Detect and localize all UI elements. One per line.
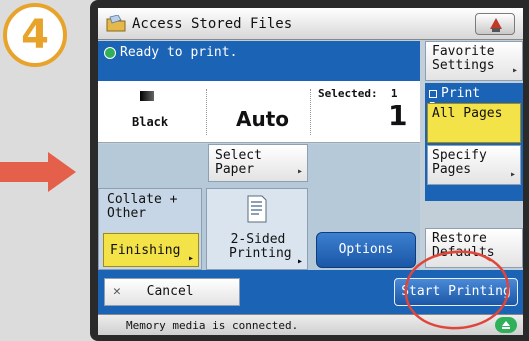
status-bar: Ready to print.: [98, 41, 420, 81]
status-message: Ready to print.: [120, 45, 238, 60]
color-mode-swatch: [140, 91, 154, 101]
favorite-settings-button[interactable]: Favorite Settings ▸: [425, 41, 523, 81]
ok-status-icon: [104, 47, 116, 59]
chevron-right-icon: ▸: [509, 169, 516, 180]
cancel-button[interactable]: ✕ Cancel: [104, 278, 240, 306]
select-paper-button[interactable]: Select Paper ▸: [208, 144, 308, 182]
chevron-right-icon: ▸: [296, 166, 303, 177]
divider: [206, 89, 207, 135]
close-icon: ✕: [113, 284, 121, 299]
specify-pages-label: Specify Pages: [432, 148, 487, 177]
paper-size-value: Auto: [236, 107, 290, 131]
all-pages-button[interactable]: All Pages: [427, 103, 521, 143]
collate-label: Collate + Other: [107, 192, 178, 221]
title-bar: Access Stored Files: [98, 8, 523, 40]
divider: [310, 89, 311, 135]
favorite-settings-label: Favorite Settings: [432, 44, 495, 73]
selected-label: Selected: 1: [318, 87, 398, 100]
chevron-right-icon: ▸: [296, 256, 303, 267]
two-sided-printing-button[interactable]: 2-Sided Printing ▸: [206, 188, 308, 270]
help-icon: [490, 18, 502, 32]
copy-info-panel: Black Auto Selected: 1 1: [98, 81, 420, 143]
chevron-right-icon: ▸: [187, 253, 194, 264]
page-icon: [247, 195, 267, 223]
select-paper-label: Select Paper: [215, 148, 262, 177]
help-button[interactable]: [475, 13, 515, 35]
two-sided-label: 2-Sided Printing: [229, 232, 292, 261]
selected-count: 1: [388, 99, 408, 132]
arrow-icon: [0, 162, 48, 182]
chevron-right-icon: ▸: [511, 65, 518, 76]
cancel-label: Cancel: [146, 284, 194, 299]
window-title: Access Stored Files: [132, 16, 293, 32]
print-range-panel: Print Range All Pages Specify Pages ▸: [425, 83, 523, 201]
footer-message: Memory media is connected.: [126, 319, 299, 332]
finishing-label: Finishing: [110, 243, 181, 258]
specify-pages-button[interactable]: Specify Pages ▸: [427, 145, 521, 185]
finishing-button[interactable]: Finishing ▸: [103, 233, 199, 267]
step-badge: 4: [3, 3, 67, 67]
folder-icon: [106, 15, 126, 32]
highlight-circle-annotation: [404, 250, 510, 330]
color-mode-label: Black: [132, 115, 169, 129]
collate-other-button[interactable]: Collate + Other Finishing ▸: [98, 188, 202, 270]
arrow-head-icon: [48, 152, 76, 192]
